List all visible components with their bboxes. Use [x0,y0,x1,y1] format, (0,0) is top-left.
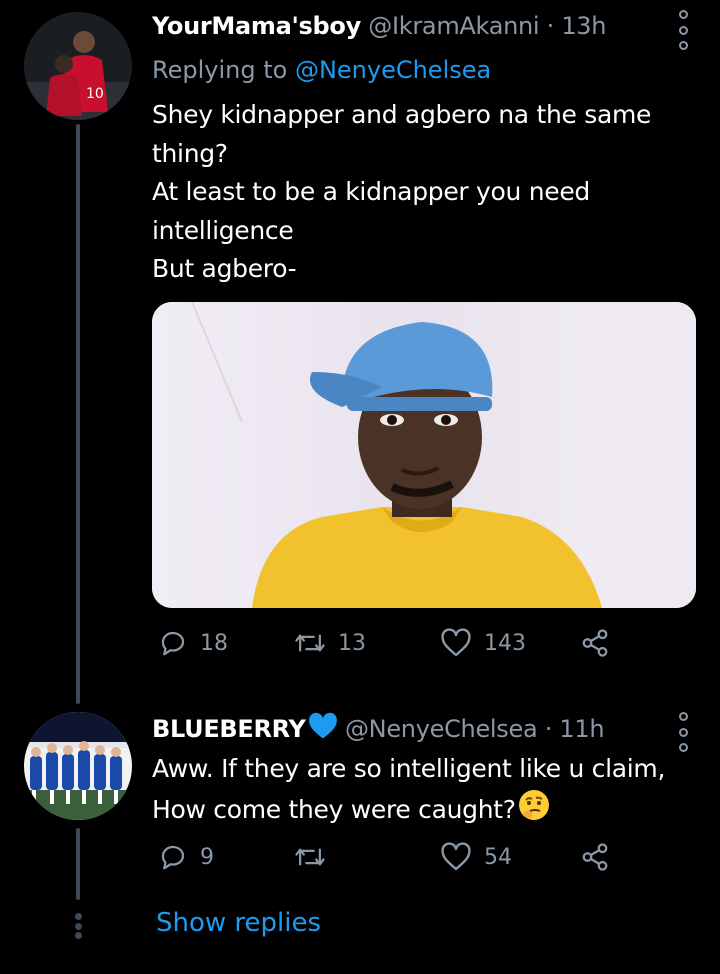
tweet-text-line: How come they were caught? [152,794,516,824]
tweet-text-line: Shey kidnapper and agbero na the same [152,100,652,129]
timestamp[interactable]: 11h [559,715,604,743]
tweet-text: Shey kidnapper and agbero na the same th… [152,96,651,289]
retweet-button[interactable] [294,842,338,872]
like-button[interactable]: 143 [440,628,526,658]
replying-to: Replying to @NenyeChelsea [152,56,491,84]
retweet-icon [295,848,325,866]
blue-heart-emoji [308,712,337,739]
avatar-image: 10 [24,12,132,120]
retweet-icon [295,634,325,652]
avatar[interactable] [24,712,132,820]
separator-dot: · [544,715,553,743]
thinking-face-emoji [518,789,549,820]
avatar-image [24,712,132,820]
display-name[interactable]: YourMama'sboy [152,12,361,40]
display-name[interactable]: BLUEBERRY [152,715,306,743]
like-count: 54 [484,844,512,870]
reply-button[interactable]: 9 [158,842,214,872]
share-button[interactable] [580,628,610,658]
tweet-text-line: intelligence [152,215,294,245]
avatar[interactable]: 10 [24,12,132,120]
retweet-button[interactable]: 13 [294,628,366,658]
reply-count: 18 [200,630,228,656]
share-icon [582,843,608,871]
tweet-media[interactable] [152,302,696,608]
share-button[interactable] [580,842,610,872]
svg-text:10: 10 [86,86,104,102]
tweet-header: YourMama'sboy @IkramAkanni · 13h [152,12,606,40]
more-thread-indicator[interactable] [73,913,83,939]
more-icon[interactable] [676,712,690,752]
handle[interactable]: @NenyeChelsea [345,715,538,743]
separator-dot: · [546,12,555,40]
tweet-text-line-with-emoji: How come they were caught? [152,789,665,830]
share-icon [582,629,608,657]
like-icon [441,628,471,657]
like-count: 143 [484,630,526,656]
reply-icon [161,631,185,656]
tweet-text-line: At least to be a kidnapper you need [152,177,590,206]
tweet-text-line: Aww. If they are so intelligent like u c… [152,754,666,783]
show-replies-link[interactable]: Show replies [156,908,321,938]
tweet-text-line: thing? [152,138,228,168]
more-icon[interactable] [676,10,690,50]
reply-count: 9 [200,844,214,870]
tweet-actions: 18 13 143 [152,628,622,668]
reply-icon [161,845,185,870]
retweet-count: 13 [338,630,366,656]
like-icon [441,842,471,871]
tweet-text: Aww. If they are so intelligent like u c… [152,750,665,829]
handle[interactable]: @IkramAkanni [368,12,539,40]
tweet-header: BLUEBERRY @NenyeChelsea · 11h [152,712,605,743]
like-button[interactable]: 54 [440,842,512,872]
reply-button[interactable]: 18 [158,628,228,658]
tweet-actions: 9 54 [152,842,622,882]
tweet-text-line: But agbero- [152,254,297,283]
timestamp[interactable]: 13h [561,12,606,40]
tweet-1[interactable]: 10 YourMama'sboy @IkramAkanni · 13h Repl… [0,0,720,700]
replying-to-prefix: Replying to [152,56,295,84]
mention-link[interactable]: @NenyeChelsea [295,56,491,84]
tweet-2[interactable]: BLUEBERRY @NenyeChelsea · 11h Aww. If th… [0,700,720,900]
media-image [152,302,696,608]
